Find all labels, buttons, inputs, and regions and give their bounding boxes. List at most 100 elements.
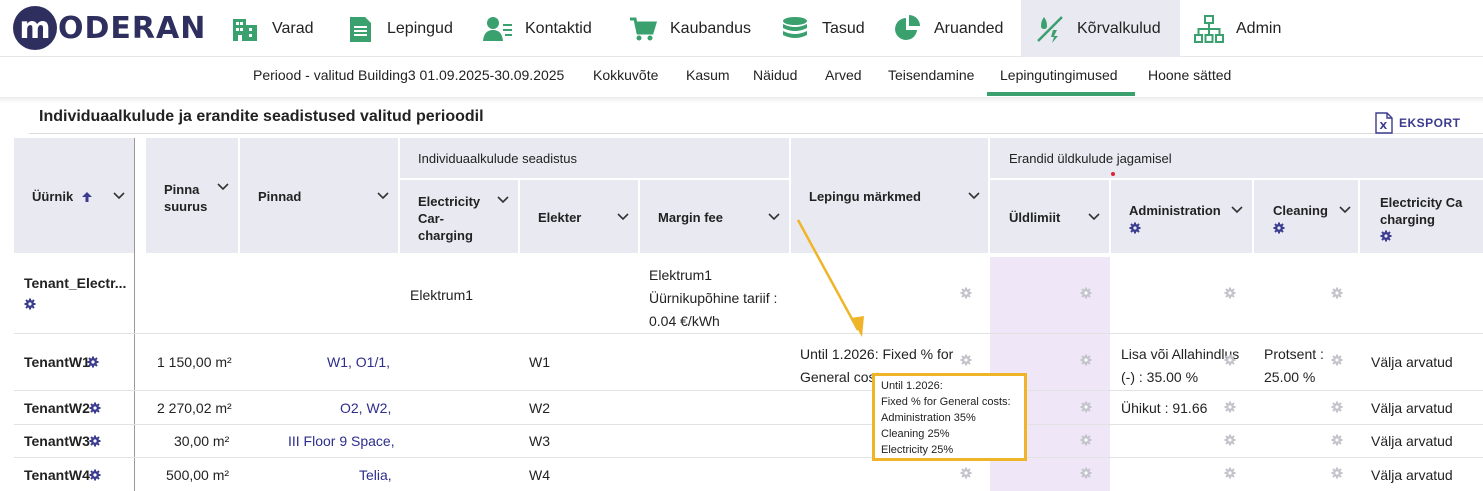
row-areas-link[interactable]: W1, O1/1, [327,354,390,370]
cleaning-column-menu-chevron-icon[interactable] [1339,206,1351,214]
row-areas-link[interactable]: O2, W2, [340,400,391,416]
row-admin: Lisa või Allahindlus (-) : 35.00 % [1121,343,1239,389]
cell-settings-gear-icon[interactable] [1331,287,1343,299]
col-header-tenant[interactable]: Üürnik [32,189,93,204]
tenant-gear-icon[interactable] [89,402,101,414]
cell-settings-gear-icon[interactable] [960,467,972,479]
nav-item-aruanded[interactable]: Aruanded [892,0,1003,57]
tenant-gear-icon[interactable] [89,435,101,447]
col-header-ecc-line3: charging [418,228,473,243]
tab-kokkuvote[interactable]: Kokkuvõte [593,67,658,83]
tab-arved[interactable]: Arved [825,67,862,83]
moderan-logo[interactable]: m ODERAN [13,6,206,50]
tab-lepingutingimused[interactable]: Lepingutingimused [1000,67,1118,83]
col-header-area-size[interactable]: Pinna suurus [164,181,207,215]
active-tab-indicator [987,92,1135,96]
elekter-column-menu-chevron-icon[interactable] [617,213,629,221]
row-areas-link[interactable]: III Floor 9 Space, [288,433,395,449]
nav-item-korvalkulud[interactable]: Kõrvalkulud [1021,0,1180,57]
row-separator [14,424,1483,425]
svg-text:X: X [1380,121,1388,132]
tooltip-line: Fixed % for General costs: [881,396,1011,408]
org-chart-icon [1194,14,1224,43]
tab-kasum[interactable]: Kasum [686,67,730,83]
nav-item-varad[interactable]: Varad [230,0,314,57]
nav-item-tasud[interactable]: Tasud [780,0,865,57]
cart-icon [630,17,658,40]
row-tenant-name[interactable]: TenantW2 [24,400,90,416]
notes-column-menu-chevron-icon[interactable] [968,192,980,200]
tab-hoone-satted[interactable]: Hoone sätted [1148,67,1231,83]
col-header-ecc2-line1: Electricity Ca [1380,195,1463,210]
ecc-column-menu-chevron-icon[interactable] [497,196,509,204]
cleaning-settings-gear-icon[interactable] [1273,222,1285,234]
cell-settings-gear-icon[interactable] [1080,434,1092,446]
col-header-administration[interactable]: Administration [1129,203,1221,218]
administration-column-menu-chevron-icon[interactable] [1231,206,1243,214]
cell-settings-gear-icon[interactable] [1331,354,1343,366]
nav-item-lepingud[interactable]: Lepingud [345,0,453,57]
cell-settings-gear-icon[interactable] [1080,467,1092,479]
cell-settings-gear-icon[interactable] [960,287,972,299]
logo-mark: m [13,6,57,50]
row-tenant-name[interactable]: TenantW1 [24,354,90,370]
cell-settings-gear-icon[interactable] [960,354,972,366]
col-header-yldlimiit[interactable]: Üldlimiit [1009,210,1060,225]
export-button[interactable]: X EKSPORT [1375,112,1461,134]
col-header-notes[interactable]: Lepingu märkmed [809,189,921,204]
cell-settings-gear-icon[interactable] [1224,467,1236,479]
cell-settings-gear-icon[interactable] [1224,354,1236,366]
col-header-areas[interactable]: Pinnad [258,189,301,204]
tooltip-line: Cleaning 25% [881,428,950,440]
tenant-gear-icon[interactable] [24,298,36,310]
row-ecc2: Välja arvatud [1371,467,1453,483]
cell-settings-gear-icon[interactable] [1080,401,1092,413]
cell-settings-gear-icon[interactable] [1331,434,1343,446]
row-separator [14,457,1483,458]
row-tenant-name[interactable]: TenantW3 [24,433,90,449]
tenant-column-menu-chevron-icon[interactable] [113,192,125,200]
cell-settings-gear-icon[interactable] [1224,434,1236,446]
nav-item-admin[interactable]: Admin [1194,0,1281,57]
top-navigation: m ODERAN Varad Lepingud Kontaktid Kauban… [0,0,1483,57]
tab-teisendamine[interactable]: Teisendamine [888,67,974,83]
cell-settings-gear-icon[interactable] [1224,401,1236,413]
row-cleaning-line1: Protsent : [1264,346,1324,362]
row-tenant-name[interactable]: TenantW4 [24,467,90,483]
cell-settings-gear-icon[interactable] [1331,467,1343,479]
building-icon [233,18,257,41]
cell-settings-gear-icon[interactable] [1331,401,1343,413]
margin-column-menu-chevron-icon[interactable] [768,213,780,221]
row-ecc2: Välja arvatud [1371,433,1453,449]
yldlimiit-column-menu-chevron-icon[interactable] [1088,213,1100,221]
col-header-elekter[interactable]: Elekter [538,210,581,225]
nav-item-kaubandus[interactable]: Kaubandus [628,0,751,57]
col-header-ecc[interactable]: Electricity Car- charging [418,193,480,244]
sort-ascending-icon[interactable] [81,191,93,203]
ecc2-settings-gear-icon[interactable] [1380,230,1392,242]
row-areas-link[interactable]: Telia, [359,467,392,483]
areas-column-menu-chevron-icon[interactable] [377,192,389,200]
tenant-gear-icon[interactable] [89,469,101,481]
group-header-individual-label: Individuaalkulude seadistus [418,151,577,166]
cell-settings-gear-icon[interactable] [1080,354,1092,366]
area-size-column-menu-chevron-icon[interactable] [217,183,229,191]
row-admin-line2: (-) : 35.00 % [1121,369,1199,385]
col-header-cleaning[interactable]: Cleaning [1273,203,1328,218]
col-header-ecc2[interactable]: Electricity Ca charging [1380,194,1462,228]
row-notes-line1: Until 1.2026: Fixed % for [800,346,954,362]
cell-settings-gear-icon[interactable] [1224,287,1236,299]
nav-item-kontaktid[interactable]: Kontaktid [483,0,592,57]
tenant-gear-icon[interactable] [87,356,99,368]
row-elekter: W4 [529,467,550,483]
indicator-dot [1111,172,1115,176]
row-margin: Elektrum1 Üürnikupõhine tariif : 0.04 €/… [649,264,777,333]
tab-naidud[interactable]: Näidud [753,67,797,83]
row-separator [14,390,1483,391]
subnav-divider [0,97,1483,103]
col-header-margin[interactable]: Margin fee [658,210,723,225]
administration-settings-gear-icon[interactable] [1129,222,1141,234]
row-tenant-name[interactable]: Tenant_Electr... [24,275,126,291]
group-header-exceptions-label: Erandid üldkulude jagamisel [1009,151,1172,166]
cell-settings-gear-icon[interactable] [1080,287,1092,299]
